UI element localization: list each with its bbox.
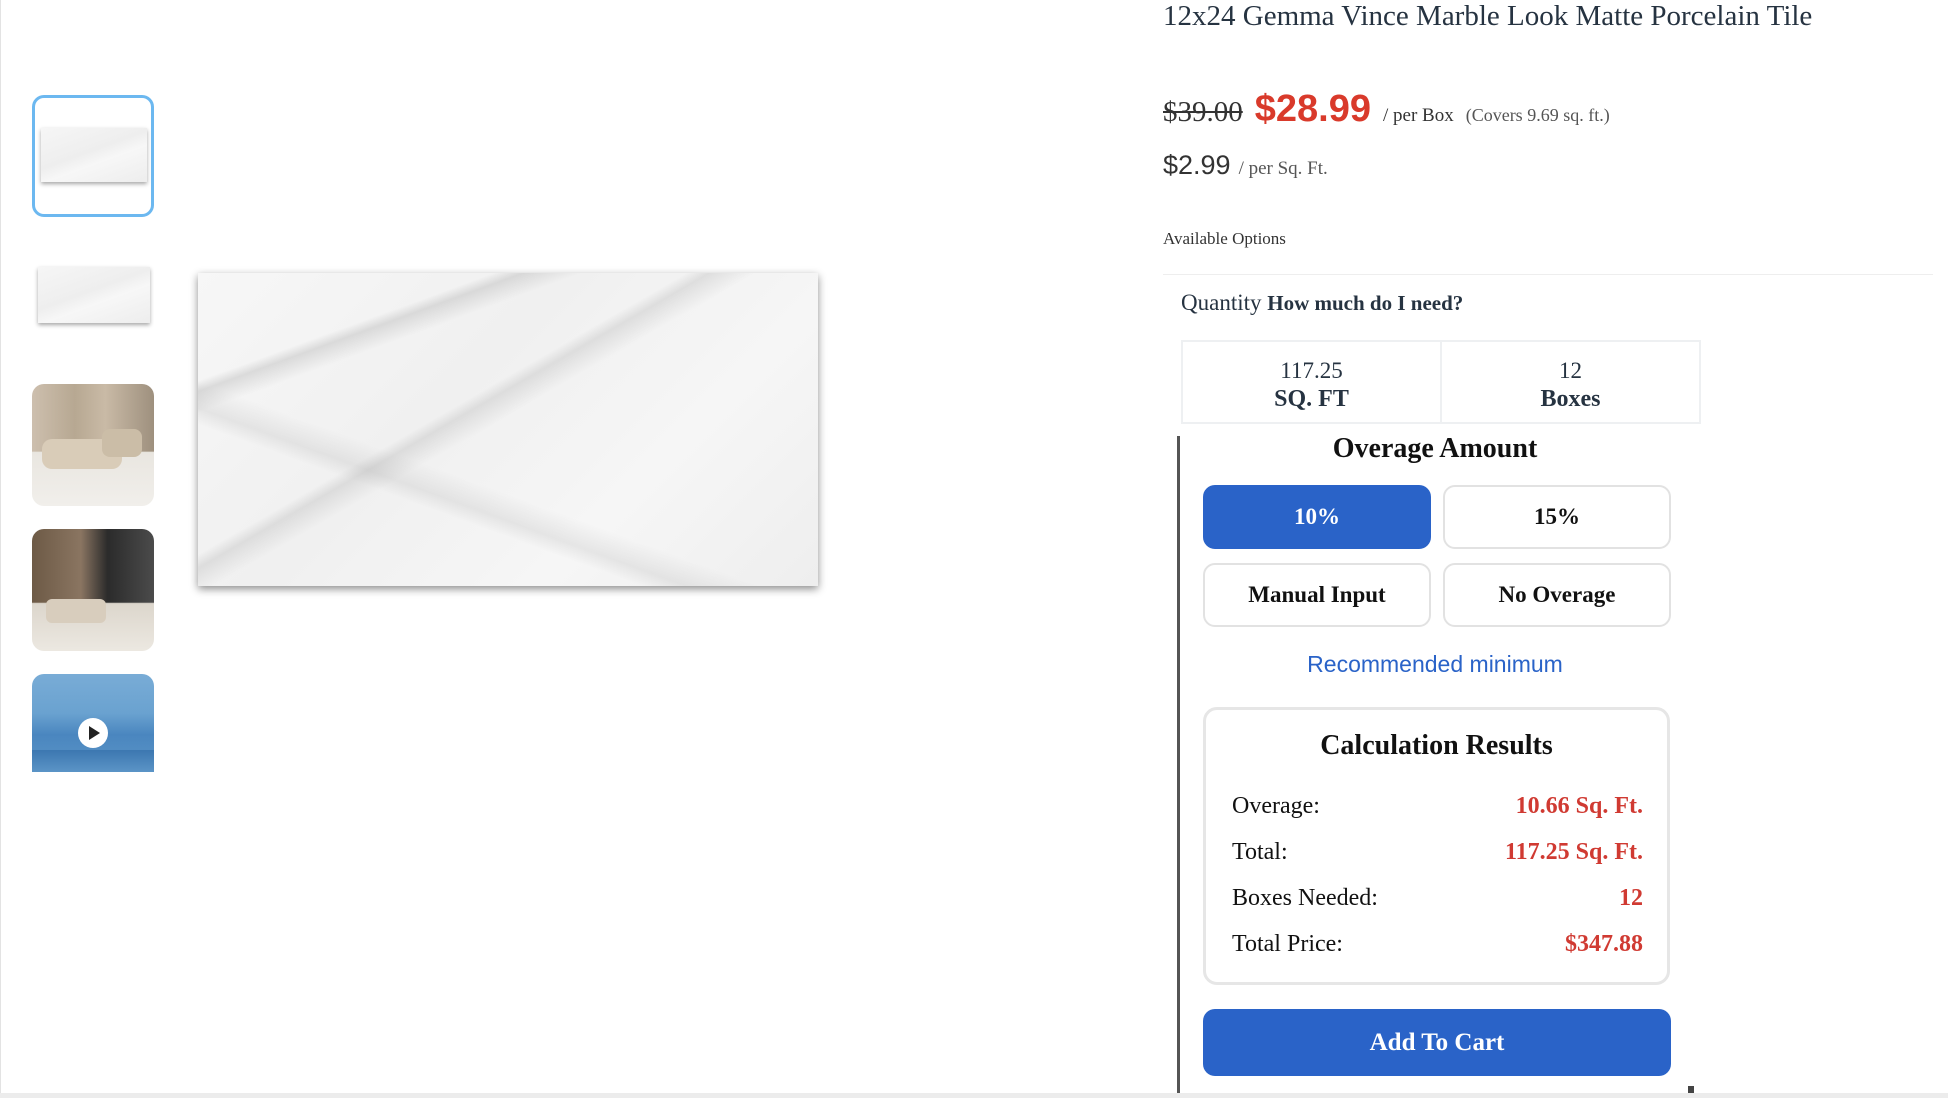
thumbnail-living-room[interactable] [32, 384, 154, 506]
sofa-shape [46, 599, 106, 623]
per-box-label: / per Box [1382, 105, 1454, 126]
how-much-link[interactable]: How much do I need? [1267, 291, 1463, 315]
results-title: Calculation Results [1320, 730, 1553, 761]
result-label: Total Price: [1232, 930, 1343, 957]
result-row-boxes: Boxes Needed: 12 [1232, 880, 1643, 916]
boxes-unit: Boxes [1540, 386, 1601, 412]
price-row: $39.00 $28.99 / per Box (Covers 9.69 sq.… [1163, 88, 1610, 131]
main-product-image[interactable] [198, 273, 818, 586]
result-row-total: Total: 117.25 Sq. Ft. [1232, 834, 1643, 870]
sqft-price: $2.99 [1163, 150, 1231, 180]
thumbnail-interior[interactable] [32, 529, 154, 651]
original-price: $39.00 [1163, 96, 1243, 128]
result-label: Boxes Needed: [1232, 884, 1378, 911]
divider [1163, 274, 1933, 275]
sqft-value[interactable]: 117.25 [1183, 358, 1440, 384]
no-overage-button[interactable]: No Overage [1443, 563, 1671, 627]
product-title: 12x24 Gemma Vince Marble Look Matte Porc… [1163, 0, 1813, 32]
result-value: 12 [1619, 884, 1643, 911]
boxes-input[interactable]: 12 Boxes [1440, 340, 1701, 424]
per-sqft-label: / per Sq. Ft. [1238, 158, 1328, 179]
tile-thumbnail-image [38, 267, 150, 323]
sqft-price-row: $2.99 / per Sq. Ft. [1163, 150, 1328, 181]
result-value: $347.88 [1565, 930, 1643, 957]
coverage-note: (Covers 9.69 sq. ft.) [1465, 105, 1610, 125]
quantity-label: Quantity How much do I need? [1181, 290, 1463, 316]
tile-thumbnail-image [41, 128, 147, 182]
result-value: 10.66 Sq. Ft. [1515, 792, 1643, 819]
page-edge [0, 0, 1, 1098]
overage-10-button[interactable]: 10% [1203, 485, 1431, 549]
result-row-overage: Overage: 10.66 Sq. Ft. [1232, 788, 1643, 824]
result-value: 117.25 Sq. Ft. [1504, 838, 1643, 865]
result-row-total-price: Total Price: $347.88 [1232, 926, 1643, 962]
quantity-title: Quantity [1181, 290, 1262, 315]
thumbnail-tile-flat[interactable] [32, 247, 154, 369]
overage-heading: Overage Amount [1332, 433, 1538, 464]
thumbnail-tile[interactable] [32, 95, 154, 217]
result-label: Total: [1232, 838, 1288, 865]
available-options-label: Available Options [1163, 229, 1286, 248]
overage-15-button[interactable]: 15% [1443, 485, 1671, 549]
sqft-input[interactable]: 117.25 SQ. FT [1181, 340, 1442, 424]
result-label: Overage: [1232, 792, 1320, 819]
thumbnail-video[interactable] [32, 674, 154, 772]
sale-price: $28.99 [1254, 88, 1371, 130]
manual-input-button[interactable]: Manual Input [1203, 563, 1431, 627]
chair-shape [102, 429, 142, 457]
add-to-cart-button[interactable]: Add To Cart [1203, 1009, 1671, 1076]
play-icon[interactable] [78, 718, 108, 748]
bottom-strip [0, 1093, 1948, 1098]
sqft-unit: SQ. FT [1274, 386, 1349, 412]
water-shape [32, 750, 154, 772]
boxes-value[interactable]: 12 [1442, 358, 1699, 384]
recommended-minimum-note: Recommended minimum [1307, 651, 1563, 677]
calculation-results-card: Calculation Results Overage: 10.66 Sq. F… [1203, 707, 1670, 985]
